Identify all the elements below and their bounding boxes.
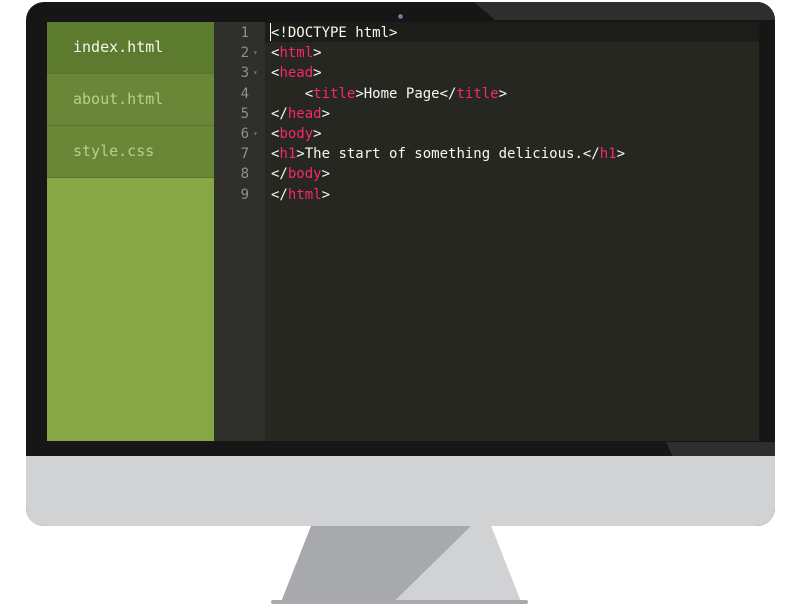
screen: index.html about.html style.css 1 2 ▾ 3 ▾ 4 5 6… — [47, 22, 759, 441]
file-tab-about[interactable]: about.html — [47, 74, 214, 126]
tag-name-token: title — [456, 85, 499, 102]
line-number: 4 — [240, 85, 249, 102]
tag-name-token: body — [287, 166, 322, 183]
code-line: <title>Home Page</title> — [271, 84, 507, 104]
code-line: <html> — [271, 43, 322, 63]
tag-name-token: html — [279, 45, 314, 62]
code-editor[interactable]: <!DOCTYPE html> <html> <head> <title>Home … — [265, 22, 759, 441]
line-number: 7 — [240, 146, 249, 163]
file-tab-style[interactable]: style.css — [47, 126, 214, 178]
code-text-token: < — [271, 85, 314, 102]
code-line: <h1>The start of something delicious.</h… — [271, 144, 625, 164]
bezel-glare-bottom — [666, 442, 775, 456]
code-text-token: > — [498, 85, 508, 102]
code-text-token: > — [616, 146, 626, 163]
code-text-token: </ — [271, 105, 288, 122]
file-sidebar: index.html about.html style.css — [47, 22, 214, 441]
line-number: 3 — [240, 65, 249, 82]
monitor: index.html about.html style.css 1 2 ▾ 3 ▾ 4 5 6… — [26, 2, 775, 526]
line-number: 6 — [240, 126, 249, 142]
tag-name-token: head — [279, 65, 314, 82]
code-line: <!DOCTYPE html> — [271, 23, 397, 43]
tag-name-token: html — [287, 186, 322, 203]
line-number: 8 — [240, 166, 249, 183]
code-text-token: </ — [271, 186, 288, 203]
tag-name-token: body — [279, 126, 314, 142]
code-text-token: > — [313, 126, 322, 142]
code-text-token: >Home Page</ — [355, 85, 457, 102]
line-number-gutter: 1 2 ▾ 3 ▾ 4 5 6 ▾ 7 8 9 — [214, 22, 265, 441]
code-text-token: >The start of something delicious.</ — [296, 146, 600, 163]
fold-arrow-icon[interactable]: ▾ — [253, 43, 258, 63]
code-line: <body> — [271, 124, 322, 144]
code-line: </html> — [271, 185, 330, 205]
code-text-token: > — [321, 186, 331, 203]
tag-name-token: head — [287, 105, 322, 122]
camera-icon — [398, 14, 403, 19]
bezel-glare-top — [474, 2, 775, 20]
code-line: </body> — [271, 164, 330, 184]
fold-arrow-icon[interactable]: ▾ — [253, 124, 258, 144]
monitor-chin — [26, 456, 775, 526]
file-tab-index[interactable]: index.html — [47, 22, 214, 74]
line-number: 9 — [240, 186, 249, 203]
line-number: 5 — [240, 105, 249, 122]
code-text-token: </ — [271, 166, 288, 183]
text-cursor — [270, 23, 271, 41]
code-text-token: > — [313, 45, 322, 62]
tag-name-token: title — [313, 85, 356, 102]
code-text-token: > — [313, 65, 322, 82]
code-line: <head> — [271, 63, 322, 83]
monitor-stand-base — [271, 600, 528, 604]
code-line: </head> — [271, 104, 330, 124]
code-text-token: > — [321, 105, 331, 122]
fold-arrow-icon[interactable]: ▾ — [253, 63, 258, 83]
tag-name-token: h1 — [599, 146, 617, 163]
tag-name-token: h1 — [279, 146, 297, 163]
line-number: 1 — [240, 25, 249, 41]
code-text-token: > — [321, 166, 331, 183]
code-text-token: <!DOCTYPE html> — [271, 25, 398, 41]
line-number: 2 — [240, 45, 249, 62]
